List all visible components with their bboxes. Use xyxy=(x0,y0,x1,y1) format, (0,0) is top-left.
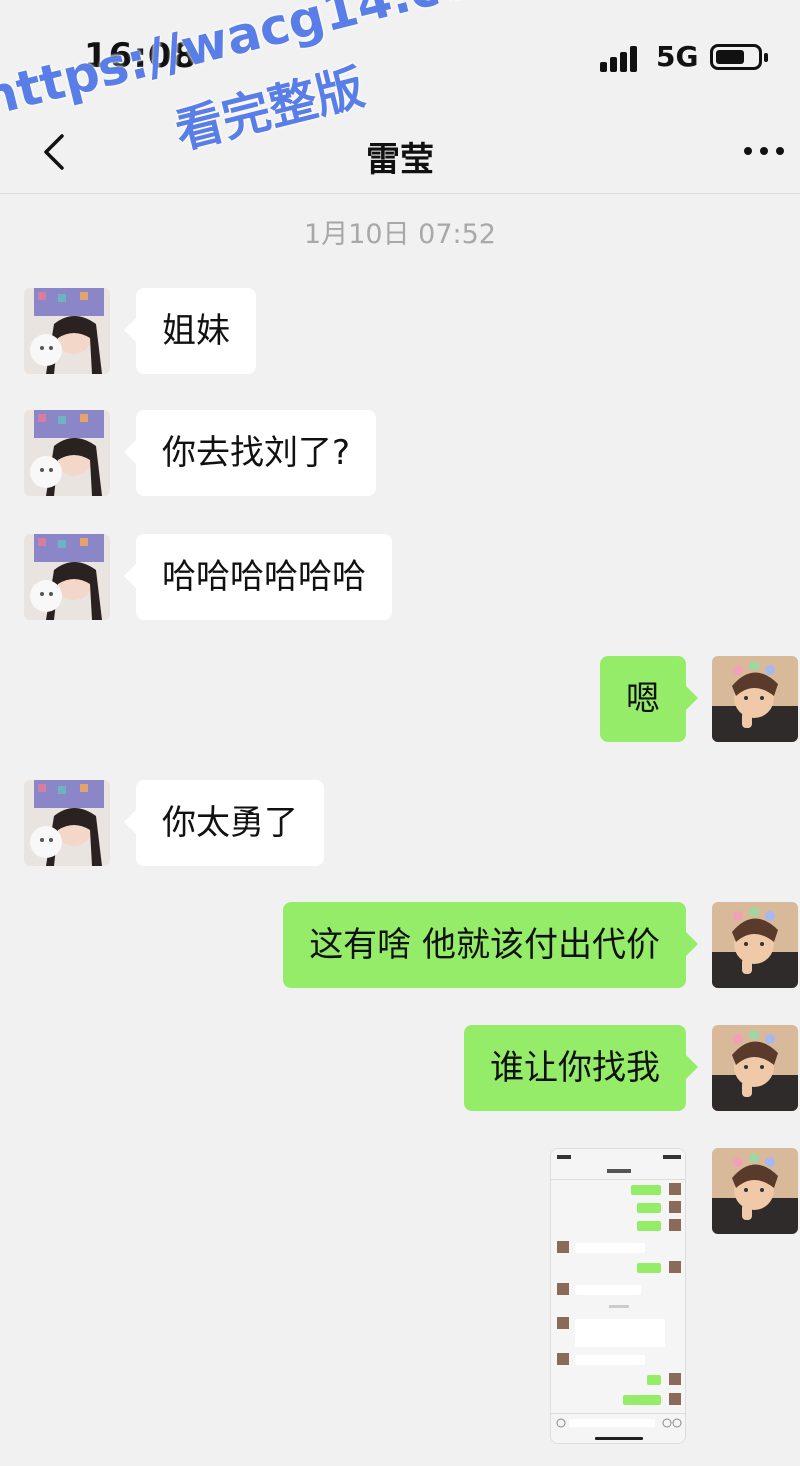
message-bubble-outgoing[interactable]: 谁让你找我 xyxy=(464,1025,698,1111)
message-bubble-incoming[interactable]: 哈哈哈哈哈哈 xyxy=(124,534,392,620)
message-bubble-incoming[interactable]: 你太勇了 xyxy=(124,780,324,866)
contact-avatar[interactable] xyxy=(24,780,110,866)
more-options-icon[interactable] xyxy=(740,136,790,166)
message-bubble-incoming[interactable]: 你去找刘了? xyxy=(123,410,377,496)
chat-title: 雷莹 xyxy=(366,140,434,180)
signal-icon xyxy=(600,44,644,72)
my-avatar[interactable] xyxy=(712,902,798,988)
contact-avatar[interactable] xyxy=(24,534,110,620)
status-bar: 16:08 5G xyxy=(0,0,800,110)
contact-avatar[interactable] xyxy=(24,288,110,374)
contact-avatar[interactable] xyxy=(24,410,110,496)
battery-icon xyxy=(710,44,768,70)
message-bubble-incoming[interactable]: 姐妹 xyxy=(124,288,256,374)
network-label: 5G xyxy=(656,40,699,73)
my-avatar[interactable] xyxy=(712,656,798,742)
status-time: 16:08 xyxy=(84,36,198,76)
my-avatar[interactable] xyxy=(712,1025,798,1111)
image-message[interactable] xyxy=(550,1148,686,1444)
chat-timestamp: 1月10日 07:52 xyxy=(304,219,496,250)
message-bubble-outgoing[interactable]: 嗯 xyxy=(600,656,698,742)
message-bubble-outgoing[interactable]: 这有啥 他就该付出代价 xyxy=(283,902,698,988)
chat-header: 雷莹 xyxy=(0,110,800,194)
my-avatar[interactable] xyxy=(712,1148,798,1234)
